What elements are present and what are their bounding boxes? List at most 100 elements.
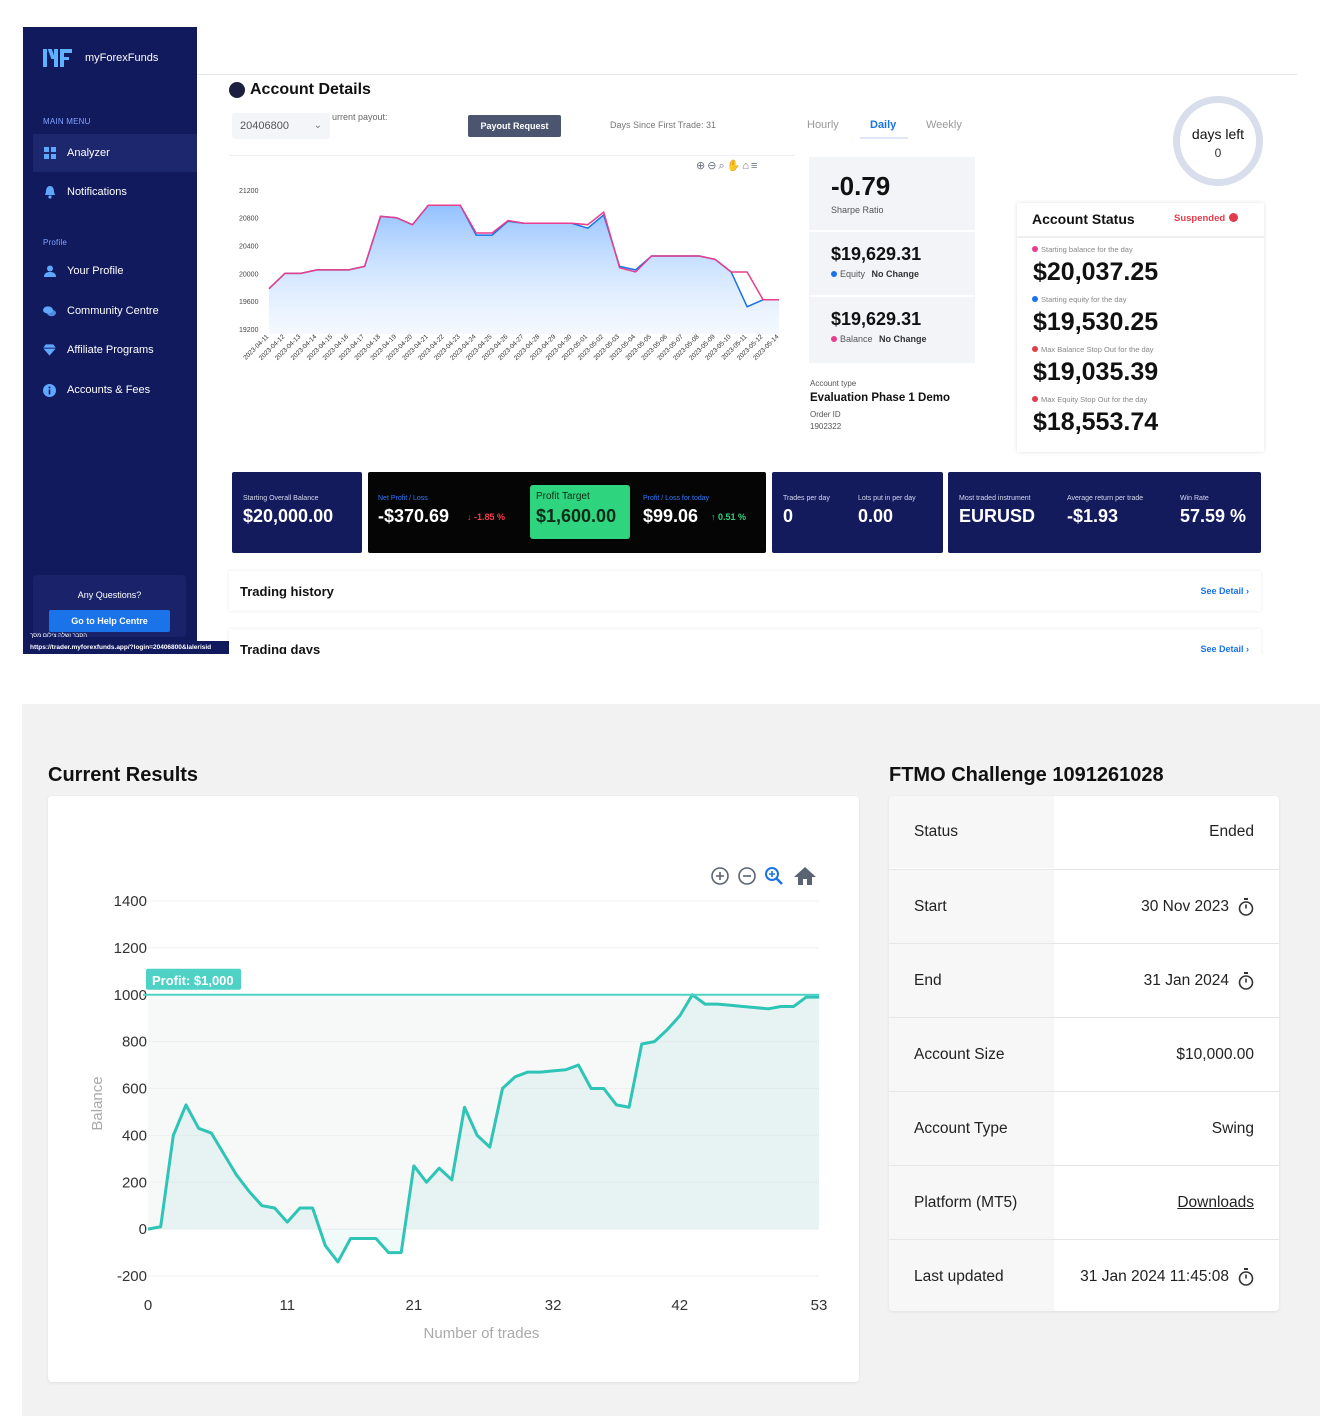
kpi-label: Most traded instrument (959, 495, 1031, 502)
menu-icon[interactable]: ≡ (751, 160, 759, 172)
payout-request-button[interactable]: Payout Request (468, 115, 561, 137)
dot (1032, 296, 1038, 302)
y-tick-label: 600 (122, 1081, 147, 1098)
today-value: $99.06 (643, 506, 699, 526)
profit-target-label: Profit: $1,000 (152, 973, 234, 988)
diamond-icon (43, 344, 56, 357)
ftmo-row-status: Status Ended (889, 796, 1279, 869)
section-title: Trading days (240, 642, 321, 654)
balance-change: No Change (879, 334, 927, 344)
downloads-link[interactable]: Downloads (1177, 1166, 1254, 1239)
main-content: Account Details 20406800 ⌄ urrent payout… (197, 27, 1297, 654)
profit-target-box: Profit Target $1,600.00 (530, 485, 630, 539)
home-icon[interactable]: ⌂ (742, 160, 751, 172)
y-tick-label: 1200 (114, 940, 147, 957)
ftmo-row-key: Status (889, 796, 1054, 868)
magnifier-icon[interactable]: ⌕ (718, 160, 726, 172)
ftmo-row-value: 31 Jan 2024 (1144, 944, 1254, 1017)
bell-icon (43, 185, 56, 199)
chart-toolbar: ⊕⊖⌕✋⌂≡ (696, 159, 759, 173)
days-left-label: days left (1191, 126, 1245, 142)
ftmo-row-key: Platform (MT5) (889, 1166, 1054, 1239)
chevron-down-icon: ⌄ (313, 120, 322, 131)
ftmo-value-text: Swing (1211, 1120, 1254, 1137)
current-results-title: Current Results (48, 764, 199, 786)
y-tick-label: 1000 (114, 987, 147, 1004)
tab-weekly[interactable]: Weekly (926, 119, 962, 131)
ftmo-panel: Current Results FTMO Challenge 109126102… (22, 704, 1320, 1416)
ftmo-value-text: Ended (1209, 823, 1254, 840)
myforexfunds-dashboard: myForexFunds MAIN MENU Analyzer Notifica… (23, 27, 1297, 654)
kpi-value: 57.59 % (1180, 506, 1247, 526)
go-to-help-centre-button[interactable]: Go to Help Centre (49, 610, 170, 632)
y-tick-label: 21200 (239, 188, 259, 195)
pan-hand-icon[interactable]: ✋ (727, 160, 743, 172)
section-title: Trading history (240, 584, 334, 599)
sidebar-item-label: Notifications (67, 186, 127, 198)
stopwatch-icon (1238, 897, 1254, 916)
account-stats: -0.79 Sharpe Ratio $19,629.31 Equity No … (809, 157, 975, 363)
help-question: Any Questions? (77, 590, 142, 600)
start-balance-day-value: $20,037.25 (1033, 258, 1159, 286)
sidebar-item-your-profile[interactable]: Your Profile (33, 252, 197, 290)
kpi-value: 0 (783, 506, 794, 526)
sidebar-item-analyzer[interactable]: Analyzer (33, 134, 197, 172)
sidebar-item-community-centre[interactable]: Community Centre (33, 292, 197, 330)
home-icon[interactable] (793, 866, 817, 886)
ftmo-row-value[interactable]: Downloads (1177, 1166, 1254, 1239)
account-icon (229, 82, 245, 98)
ftmo-row-key: Account Type (889, 1092, 1054, 1165)
kpi-label: Average return per trade (1067, 495, 1144, 502)
ftmo-row-value: 30 Nov 2023 (1141, 870, 1254, 943)
trading-days-row[interactable]: Trading days See Detail › (229, 629, 1261, 654)
order-id-label: Order ID (810, 410, 841, 419)
status-dot (1229, 213, 1239, 222)
status-badge-text: Suspended (1174, 213, 1226, 224)
sidebar-item-accounts-fees[interactable]: Accounts & Fees (33, 371, 197, 409)
y-tick-label: 400 (122, 1127, 147, 1144)
sidebar-item-label: Accounts & Fees (67, 384, 151, 396)
kpi-label: Win Rate (1180, 495, 1209, 502)
y-tick-label: 1400 (114, 893, 147, 910)
ftmo-challenge-card: Status Ended Start 30 Nov 2023 End 31 Jan 202… (889, 796, 1279, 1311)
main-menu-heading: MAIN MENU (43, 117, 91, 126)
zoom-in-icon[interactable]: ⊕ (696, 160, 707, 172)
y-tick-label: 20000 (239, 271, 259, 278)
chat-icon (43, 305, 56, 318)
zoom-out-icon[interactable]: ⊖ (707, 160, 718, 172)
days-left-value: 0 (1214, 146, 1222, 160)
x-tick-label: 0 (144, 1297, 152, 1314)
mff-logo-icon (43, 49, 72, 67)
y-tick-label: 19200 (239, 327, 259, 334)
see-detail-link[interactable]: See Detail › (1200, 586, 1249, 596)
zoom-in-icon[interactable] (710, 866, 730, 886)
ftmo-row-key: Last updated (889, 1240, 1054, 1311)
trading-history-row[interactable]: Trading history See Detail › (229, 571, 1261, 611)
sidebar-item-affiliate-programs[interactable]: Affiliate Programs (33, 331, 197, 369)
ftmo-value-text: $10,000.00 (1176, 1046, 1254, 1063)
ftmo-row-last-updated: Last updated 31 Jan 2024 11:45:08 (889, 1239, 1279, 1311)
account-select[interactable]: 20406800 ⌄ (232, 113, 330, 139)
header-divider (197, 74, 1297, 75)
current-results-chart-card: 1400 1200 1000 800 600 400 200 0 -200 0 11 21 32 42 53… (48, 796, 859, 1382)
sidebar-item-notifications[interactable]: Notifications (33, 173, 197, 211)
see-detail-link[interactable]: See Detail › (1200, 644, 1249, 654)
start-equity-day-label: Starting equity for the day (1032, 295, 1126, 304)
zoom-out-icon[interactable] (737, 866, 757, 886)
chart-toolbar (710, 866, 817, 886)
balance-label-text: Balance (840, 334, 873, 344)
tab-hourly[interactable]: Hourly (807, 119, 839, 131)
y-tick-label: 19600 (239, 299, 259, 306)
sidebar-item-label: Community Centre (67, 305, 159, 317)
magnifier-icon[interactable] (764, 866, 786, 886)
kpi-instrument-box: Most traded instrument EURUSD Average re… (948, 472, 1261, 553)
ftmo-row-key: Start (889, 870, 1054, 943)
equity-value: $19,629.31 (831, 244, 922, 264)
balance-dot (831, 336, 837, 342)
tab-daily[interactable]: Daily (870, 119, 896, 131)
ftmo-row-value: 31 Jan 2024 11:45:08 (1080, 1240, 1254, 1311)
kpi-label: Starting Overall Balance (243, 495, 319, 502)
max-balance-stop-label: Max Balance Stop Out for the day (1032, 345, 1154, 354)
net-profit-value: -$370.69 (378, 506, 450, 526)
y-tick-label: 200 (122, 1174, 147, 1191)
